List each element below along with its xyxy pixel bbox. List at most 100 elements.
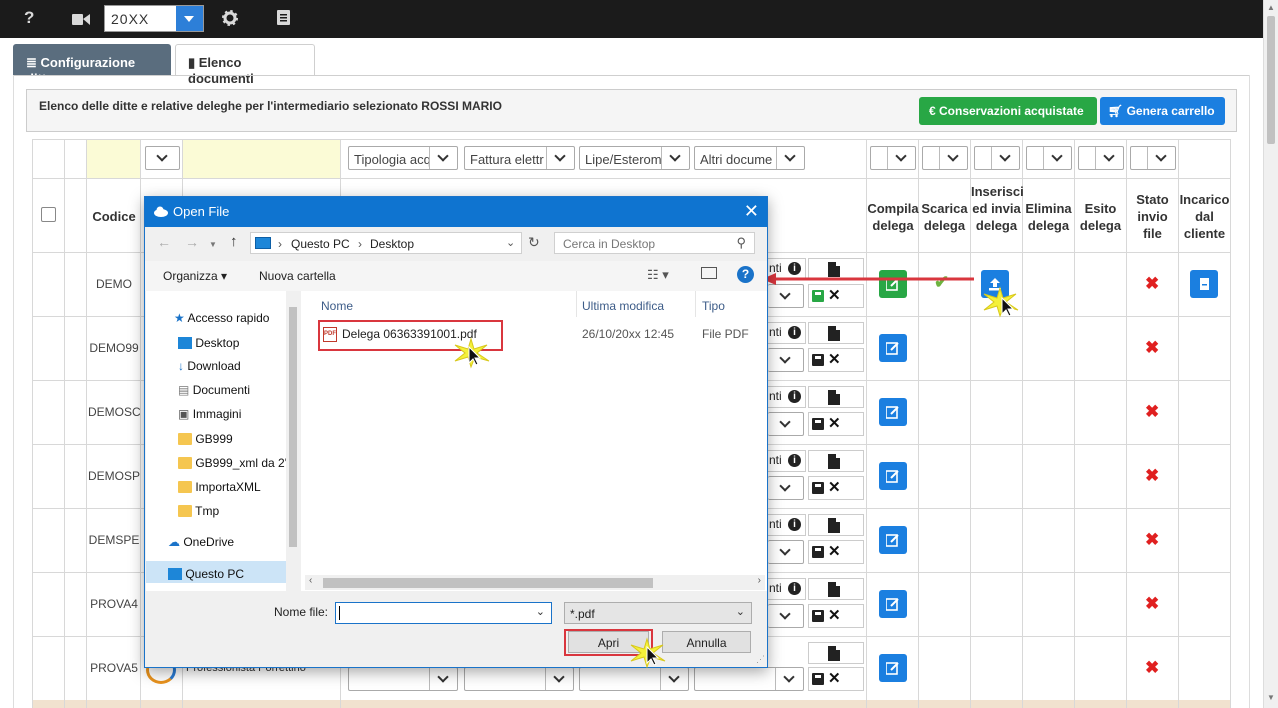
chevron-down-icon[interactable]: ▼	[209, 240, 217, 249]
column-inserisci[interactable]: Inserisci ed invia delega	[971, 183, 1024, 234]
compila-delega-button[interactable]	[879, 654, 907, 682]
info-icon[interactable]: i	[788, 326, 801, 339]
close-icon[interactable]: ✕	[828, 669, 841, 687]
preview-pane-icon[interactable]	[701, 267, 717, 279]
info-icon[interactable]: i	[788, 454, 801, 467]
filter-stato[interactable]	[1130, 146, 1176, 170]
save-icon[interactable]	[812, 673, 824, 685]
refresh-icon[interactable]: ↻	[528, 234, 548, 254]
column-incarico[interactable]: Incarico dal cliente	[1179, 191, 1230, 242]
chevron-down-icon[interactable]: ⌄	[536, 605, 545, 618]
compila-delega-button[interactable]	[879, 590, 907, 618]
breadcrumb-questo-pc[interactable]: Questo PC	[291, 237, 350, 251]
tab-elenco-documenti[interactable]: ▮ Elenco documenti	[175, 44, 315, 86]
document-icon[interactable]	[277, 10, 290, 30]
resize-grip-icon[interactable]: ⋰	[756, 654, 765, 665]
nav-folder-gb999[interactable]: GB999	[178, 431, 233, 446]
row-select[interactable]	[348, 667, 458, 691]
column-stato[interactable]: Stato invio file	[1127, 191, 1178, 242]
nav-documenti[interactable]: ▤ Documenti	[178, 383, 250, 397]
file-icon[interactable]	[828, 454, 840, 469]
file-icon[interactable]	[828, 390, 840, 405]
page-scrollbar[interactable]: ▲ ▼	[1263, 0, 1278, 708]
forward-arrow-icon[interactable]: →	[185, 234, 199, 250]
file-icon[interactable]	[828, 582, 840, 597]
filename-input[interactable]: ⌄	[335, 602, 552, 624]
nav-accesso-rapido[interactable]: ★ Accesso rapido	[174, 311, 269, 325]
row-select[interactable]	[768, 412, 804, 436]
filter-select-1[interactable]	[145, 146, 180, 170]
nav-download[interactable]: ↓ Download	[178, 359, 241, 373]
column-nome[interactable]: Nome	[321, 299, 353, 313]
close-icon[interactable]: ✕	[828, 414, 841, 432]
filter-esito[interactable]	[1078, 146, 1124, 170]
filter-compila[interactable]	[870, 146, 916, 170]
incarico-file-button[interactable]	[1190, 270, 1218, 298]
column-ultima-modifica[interactable]: Ultima modifica	[582, 299, 664, 313]
address-bar[interactable]: › Questo PC › Desktop ⌄	[250, 232, 522, 254]
nav-questo-pc[interactable]: Questo PC	[146, 561, 286, 583]
compila-delega-button[interactable]	[879, 526, 907, 554]
help-icon[interactable]: ?	[737, 266, 754, 283]
save-icon[interactable]	[812, 290, 824, 302]
nav-onedrive[interactable]: ☁ OneDrive	[168, 535, 234, 549]
nav-scrollbar[interactable]	[286, 291, 300, 591]
column-tipo[interactable]: Tipo	[702, 299, 725, 313]
save-icon[interactable]	[812, 610, 824, 622]
column-scarica[interactable]: Scarica delega	[919, 200, 970, 234]
close-icon[interactable]: ✕	[828, 350, 841, 368]
compila-delega-button[interactable]	[879, 462, 907, 490]
info-icon[interactable]: i	[788, 518, 801, 531]
nav-immagini[interactable]: ▣ Immagini	[178, 407, 241, 421]
file-icon[interactable]	[828, 646, 840, 661]
chevron-down-icon[interactable]: ⌄	[736, 605, 745, 618]
dialog-title-bar[interactable]: Open File ✕	[145, 197, 767, 227]
chevron-down-icon[interactable]	[176, 6, 203, 31]
save-icon[interactable]	[812, 354, 824, 366]
filter-altri[interactable]: Altri docume	[694, 146, 805, 170]
row-select[interactable]	[768, 476, 804, 500]
question-icon[interactable]: ?	[24, 8, 34, 28]
row-select[interactable]	[694, 667, 804, 691]
conservazioni-acquistate-button[interactable]: € Conservazioni acquistate	[919, 97, 1097, 125]
tab-configurazione-ditte[interactable]: ≣ Configurazione ditte	[13, 44, 171, 86]
nav-folder-tmp[interactable]: Tmp	[178, 503, 219, 518]
video-camera-icon[interactable]	[72, 11, 90, 31]
close-icon[interactable]: ✕	[828, 286, 841, 304]
view-options-icon[interactable]: ☷ ▾	[647, 267, 669, 283]
column-esito[interactable]: Esito delega	[1075, 200, 1126, 234]
file-icon[interactable]	[828, 518, 840, 533]
nuova-cartella-button[interactable]: Nuova cartella	[259, 269, 336, 283]
filter-lipe[interactable]: Lipe/Esterom	[579, 146, 690, 170]
column-codice[interactable]: Codice	[88, 208, 140, 225]
close-icon[interactable]: ✕	[744, 201, 759, 222]
filter-fattura[interactable]: Fattura elettr	[464, 146, 575, 170]
back-arrow-icon[interactable]: ←	[157, 234, 171, 250]
year-select[interactable]: 20XX	[104, 5, 204, 32]
column-compila[interactable]: Compila delega	[867, 200, 919, 234]
gear-icon[interactable]	[222, 10, 238, 31]
file-icon[interactable]	[828, 326, 840, 341]
nav-folder-importaxml[interactable]: ImportaXML	[178, 479, 261, 494]
file-list-hscrollbar[interactable]: ‹ ›	[305, 575, 765, 590]
save-icon[interactable]	[812, 418, 824, 430]
column-elimina[interactable]: Elimina delega	[1023, 200, 1074, 234]
select-all-checkbox[interactable]	[41, 207, 56, 222]
row-select[interactable]	[768, 604, 804, 628]
search-input[interactable]: Cerca in Desktop ⚲	[554, 232, 755, 254]
filter-inserisci[interactable]	[974, 146, 1020, 170]
save-icon[interactable]	[812, 546, 824, 558]
genera-carrello-button[interactable]: 🛒︎ Genera carrello	[1100, 97, 1225, 125]
cancel-button[interactable]: Annulla	[662, 631, 751, 653]
row-select[interactable]	[768, 284, 804, 308]
filter-elimina[interactable]	[1026, 146, 1072, 170]
chevron-down-icon[interactable]: ⌄	[506, 236, 515, 249]
nav-folder-gb999-xml[interactable]: GB999_xml da 2'	[178, 455, 286, 470]
row-select[interactable]	[464, 667, 574, 691]
row-select[interactable]	[768, 348, 804, 372]
organizza-button[interactable]: Organizza ▾	[163, 269, 227, 283]
nav-desktop[interactable]: Desktop	[178, 335, 239, 350]
filter-scarica[interactable]	[922, 146, 968, 170]
close-icon[interactable]: ✕	[828, 542, 841, 560]
row-select[interactable]	[579, 667, 689, 691]
